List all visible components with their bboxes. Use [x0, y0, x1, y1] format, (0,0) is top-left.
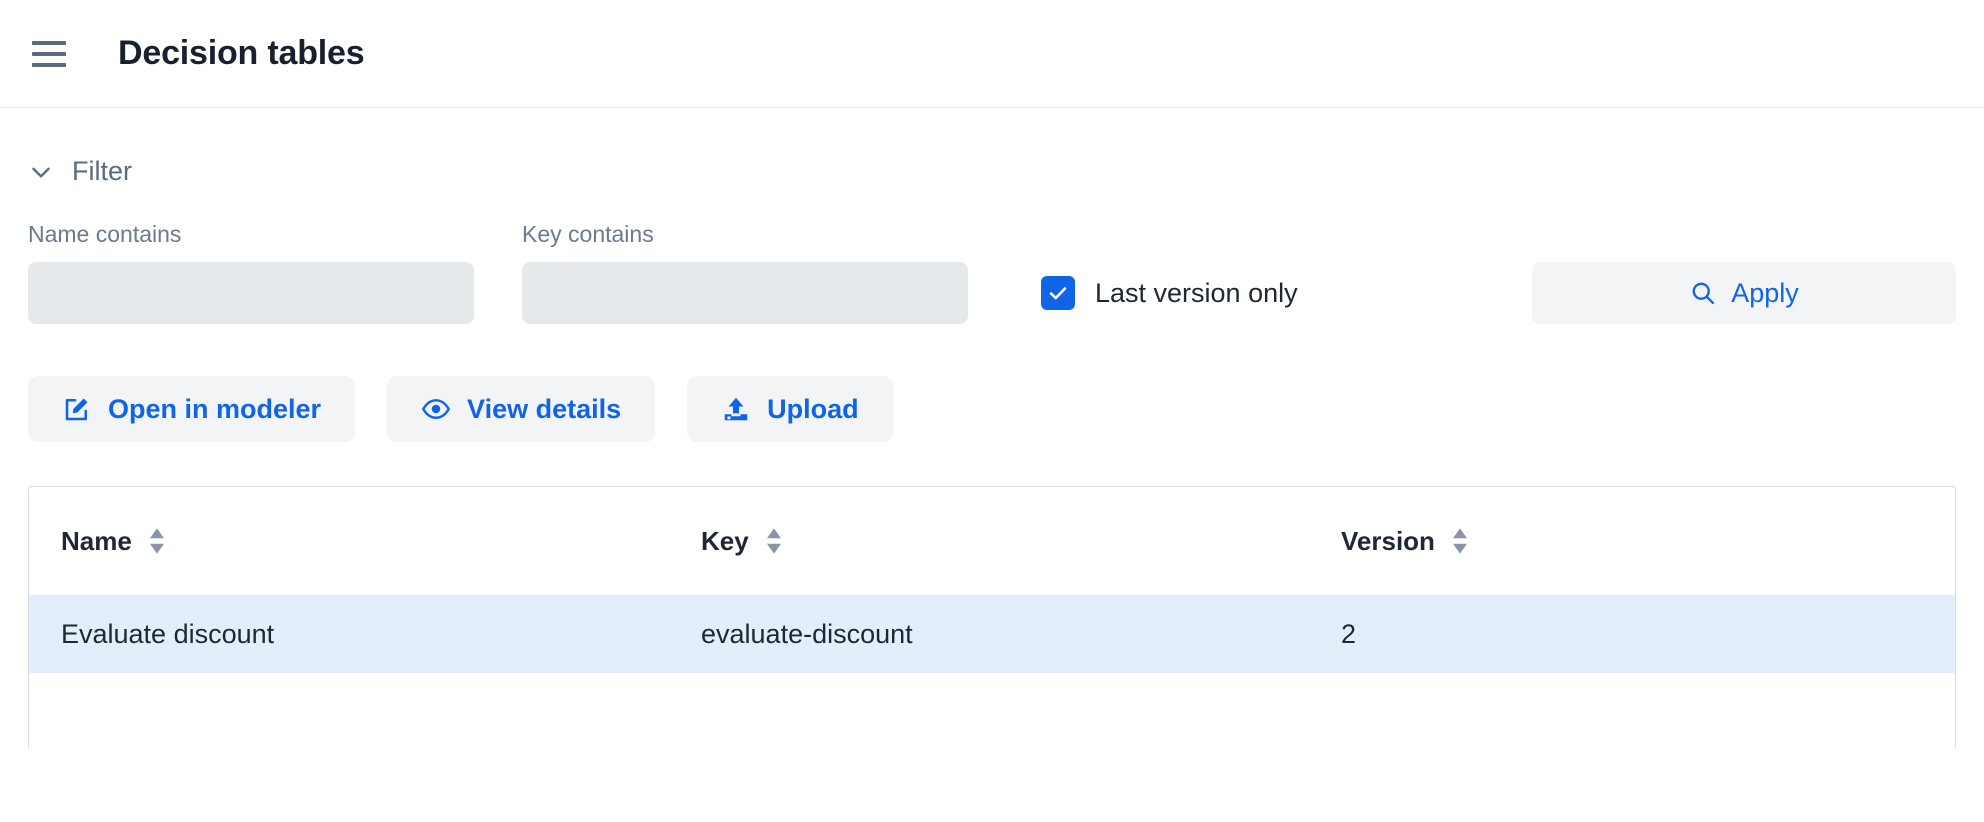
hamburger-bar — [32, 52, 66, 56]
checkmark-icon — [1046, 281, 1070, 305]
upload-button-label: Upload — [767, 394, 859, 425]
hamburger-bar — [32, 41, 66, 45]
open-in-modeler-label: Open in modeler — [108, 394, 321, 425]
open-in-modeler-button[interactable]: Open in modeler — [28, 376, 355, 442]
column-header-key-label: Key — [701, 526, 749, 557]
action-buttons-row: Open in modeler View details Upload — [28, 376, 1956, 442]
hamburger-menu-icon[interactable] — [28, 33, 70, 75]
decision-tables-table: Name Key — [29, 487, 1955, 673]
table-header-row: Name Key — [29, 487, 1955, 595]
sort-arrows-icon[interactable] — [1451, 527, 1469, 555]
decision-tables-card: Name Key — [28, 486, 1956, 748]
upload-icon — [721, 394, 751, 424]
cell-key: evaluate-discount — [701, 595, 1341, 673]
sort-arrows-icon[interactable] — [765, 527, 783, 555]
apply-button-label: Apply — [1731, 278, 1799, 309]
column-header-version-label: Version — [1341, 526, 1435, 557]
hamburger-bar — [32, 63, 66, 67]
column-header-name[interactable]: Name — [29, 487, 701, 595]
key-contains-field: Key contains — [522, 221, 968, 324]
view-details-button[interactable]: View details — [387, 376, 655, 442]
page-title: Decision tables — [118, 34, 364, 73]
key-contains-input[interactable] — [522, 262, 968, 324]
column-header-key[interactable]: Key — [701, 487, 1341, 595]
chevron-down-icon — [28, 159, 54, 185]
view-details-label: View details — [467, 394, 621, 425]
name-contains-label: Name contains — [28, 221, 474, 248]
page-content: Filter Name contains Key contains Last v… — [0, 156, 1984, 748]
name-contains-input[interactable] — [28, 262, 474, 324]
filter-label: Filter — [72, 156, 132, 187]
last-version-only-label: Last version only — [1095, 278, 1298, 309]
filter-section-toggle[interactable]: Filter — [28, 156, 132, 187]
last-version-only-checkbox[interactable]: Last version only — [1041, 276, 1298, 310]
checkbox-box — [1041, 276, 1075, 310]
upload-button[interactable]: Upload — [687, 376, 893, 442]
edit-document-icon — [62, 394, 92, 424]
name-contains-field: Name contains — [28, 221, 474, 324]
key-contains-label: Key contains — [522, 221, 968, 248]
column-header-version[interactable]: Version — [1341, 487, 1955, 595]
cell-version: 2 — [1341, 595, 1955, 673]
cell-name: Evaluate discount — [29, 595, 701, 673]
sort-arrows-icon[interactable] — [148, 527, 166, 555]
app-header: Decision tables — [0, 0, 1984, 108]
column-header-name-label: Name — [61, 526, 132, 557]
apply-button[interactable]: Apply — [1532, 262, 1956, 324]
table-head: Name Key — [29, 487, 1955, 595]
filter-row: Name contains Key contains Last version … — [28, 221, 1956, 324]
table-body: Evaluate discount evaluate-discount 2 — [29, 595, 1955, 673]
table-row[interactable]: Evaluate discount evaluate-discount 2 — [29, 595, 1955, 673]
search-icon — [1689, 279, 1717, 307]
eye-icon — [421, 394, 451, 424]
